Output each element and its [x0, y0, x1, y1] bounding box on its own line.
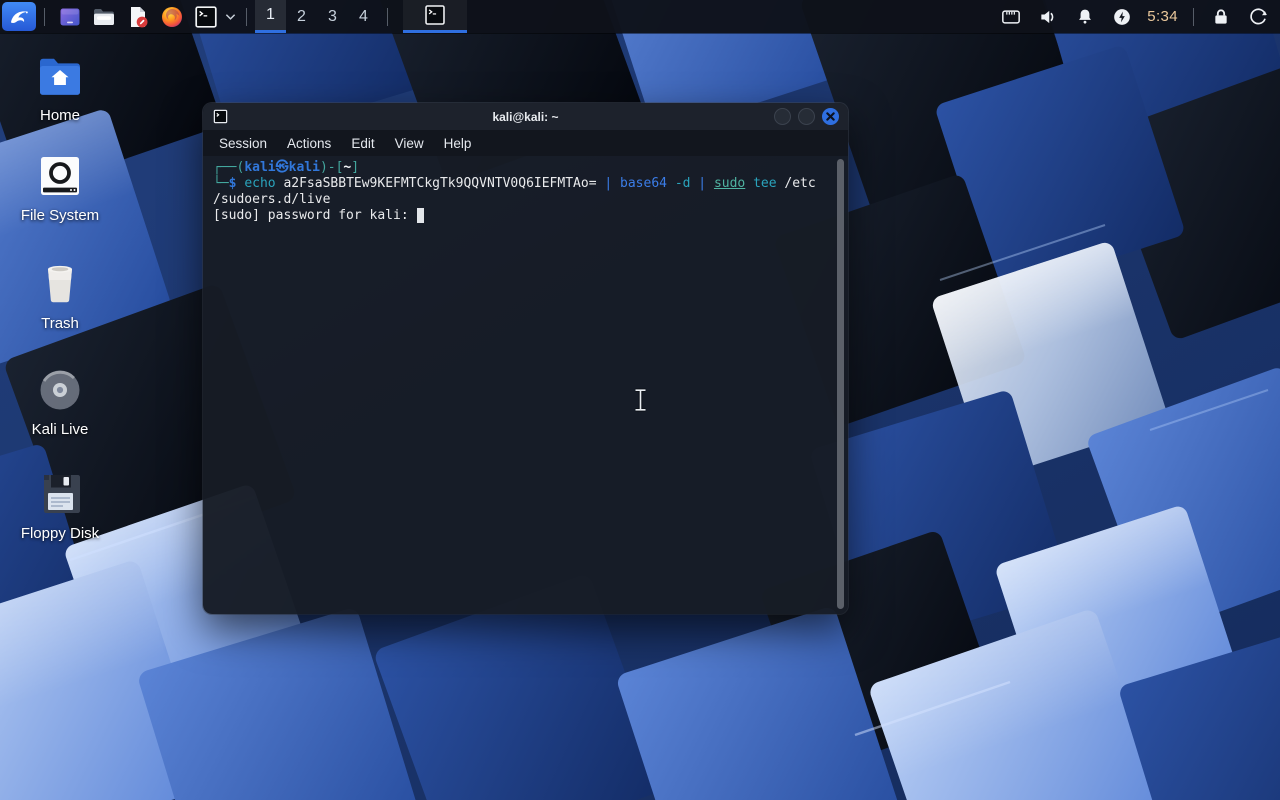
kali-logo-icon [7, 5, 31, 29]
workspace-3-label: 3 [328, 8, 337, 26]
window-controls [774, 108, 839, 125]
desktop-icon-label: File System [21, 207, 99, 224]
menu-help[interactable]: Help [434, 136, 482, 151]
show-desktop-button[interactable] [57, 2, 83, 31]
desktop-icon-trash[interactable]: Trash [8, 262, 112, 332]
trash-icon [38, 262, 82, 306]
desktop-screen: 1 2 3 4 [0, 0, 1280, 800]
launcher-dropdown-button[interactable] [223, 2, 238, 31]
workspace-1-label: 1 [266, 6, 275, 24]
terminal-output: ┌──(kali㉿kali)-[~]└─$ echo a2FsaSBBTEw9K… [213, 160, 838, 224]
disc-icon [38, 368, 82, 412]
clock[interactable]: 5:34 [1147, 8, 1178, 25]
desktop-icon-home[interactable]: Home [8, 56, 112, 124]
workspace-3[interactable]: 3 [317, 0, 348, 33]
workspace-1[interactable]: 1 [255, 0, 286, 33]
desktop-icon-label: Home [40, 107, 80, 124]
desktop-icon-label: Trash [41, 315, 79, 332]
workspace-4-label: 4 [359, 8, 368, 26]
window-icon [58, 5, 82, 29]
menu-edit[interactable]: Edit [341, 136, 384, 151]
terminal-launcher[interactable] [193, 2, 219, 31]
panel-separator [1193, 8, 1194, 26]
desktop-icon-floppy-disk[interactable]: Floppy Disk [8, 472, 112, 542]
lock-screen-button[interactable] [1210, 6, 1231, 27]
lock-icon [1211, 7, 1231, 27]
desktop-icon-label: Floppy Disk [21, 525, 99, 542]
workspace-4[interactable]: 4 [348, 0, 379, 33]
titlebar[interactable]: kali@kali: ~ [203, 103, 848, 130]
notifications-tray-button[interactable] [1074, 6, 1095, 27]
menu-view[interactable]: View [385, 136, 434, 151]
logout-button[interactable] [1247, 6, 1268, 27]
volume-icon [1038, 7, 1058, 27]
scrollbar[interactable] [837, 159, 844, 609]
document-icon [126, 5, 150, 29]
desktop-icon-file-system[interactable]: File System [8, 154, 112, 224]
firefox-launcher[interactable] [159, 2, 185, 31]
close-button[interactable] [822, 108, 839, 125]
close-icon [826, 112, 835, 121]
workspace-2[interactable]: 2 [286, 0, 317, 33]
terminal-icon [194, 5, 218, 29]
chevron-down-icon [225, 13, 236, 21]
power-icon [1112, 7, 1132, 27]
menubar: Session Actions Edit View Help [203, 130, 848, 156]
window-title: kali@kali: ~ [203, 110, 848, 124]
desktop-icon-kali-live[interactable]: Kali Live [8, 368, 112, 438]
folder-icon [92, 5, 116, 29]
system-tray: 5:34 [992, 6, 1280, 27]
maximize-button[interactable] [798, 108, 815, 125]
taskbar-terminal-button[interactable] [403, 0, 467, 33]
terminal-window: kali@kali: ~ Session Actions Edit View H… [203, 103, 848, 614]
minimize-button[interactable] [774, 108, 791, 125]
bell-icon [1075, 7, 1095, 27]
menu-session[interactable]: Session [209, 136, 277, 151]
volume-tray-button[interactable] [1037, 6, 1058, 27]
logout-icon [1248, 7, 1268, 27]
network-icon [1001, 7, 1021, 27]
text-editor-launcher[interactable] [125, 2, 151, 31]
kali-menu-button[interactable] [2, 2, 36, 31]
panel-separator [44, 8, 45, 26]
workspace-2-label: 2 [297, 8, 306, 26]
terminal-body[interactable]: ┌──(kali㉿kali)-[~]└─$ echo a2FsaSBBTEw9K… [203, 156, 848, 614]
file-manager-launcher[interactable] [91, 2, 117, 31]
scrollbar-thumb[interactable] [837, 159, 844, 609]
desktop-icon-label: Kali Live [32, 421, 89, 438]
menu-actions[interactable]: Actions [277, 136, 341, 151]
power-manager-tray-button[interactable] [1111, 6, 1132, 27]
firefox-icon [160, 5, 184, 29]
terminal-icon [424, 4, 446, 26]
home-folder-icon [37, 56, 83, 98]
top-panel: 1 2 3 4 [0, 0, 1280, 33]
hard-drive-icon [38, 154, 82, 198]
network-tray-button[interactable] [1000, 6, 1021, 27]
panel-separator [387, 8, 388, 26]
panel-separator [246, 8, 247, 26]
window-terminal-icon [213, 109, 228, 124]
floppy-icon [38, 472, 82, 516]
